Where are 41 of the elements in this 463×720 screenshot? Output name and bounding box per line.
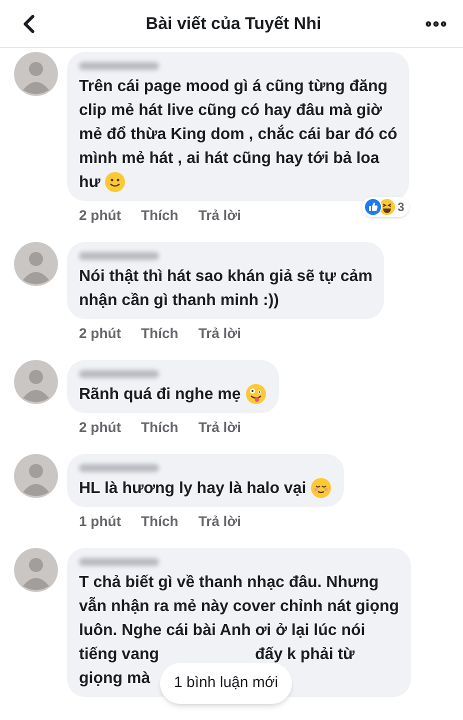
laughing-face-icon (378, 198, 396, 216)
tongue-face-icon (244, 383, 267, 405)
like-link[interactable]: Thích (141, 204, 178, 226)
avatar[interactable] (14, 242, 58, 286)
reaction-summary[interactable]: 3 (362, 197, 410, 217)
like-link[interactable]: Thích (141, 510, 178, 532)
comment-text: mẻ đổ thừa King dom , chắc cái bar đó có (79, 124, 398, 145)
reply-link[interactable]: Trả lời (198, 416, 241, 438)
avatar[interactable] (14, 454, 58, 498)
new-comments-button[interactable]: 1 bình luận mới (160, 663, 292, 704)
like-link[interactable]: Thích (141, 416, 178, 438)
comment-text: vẫn nhận ra mẻ này cover chỉnh nát giọng (79, 596, 400, 617)
comment-text: tiếng vang (79, 645, 160, 665)
page-title: Bài viết của Tuyết Nhi (146, 12, 322, 35)
comment-time: 2 phút (79, 418, 121, 437)
avatar[interactable] (14, 52, 58, 96)
smiling-face-icon (104, 171, 126, 193)
comment-text: hư (79, 173, 100, 193)
comment-text: HL là hương ly hay là halo vại (79, 479, 306, 499)
comment-text: Nói thật thì hát sao khán giả sẽ tự cảm (79, 267, 372, 287)
comment-time: 2 phút (79, 206, 121, 225)
comment-text: Rãnh quá đi nghe mẹ (79, 385, 241, 405)
comment-text: T chả biết gì về thanh nhạc đâu. Nhưng (79, 573, 379, 593)
reaction-count: 3 (398, 199, 404, 216)
comment-text: luôn. Nghe cái bài Anh ơi ở lại lúc nói (79, 621, 366, 641)
comment-time: 1 phút (79, 512, 121, 531)
like-link[interactable]: Thích (141, 322, 178, 344)
avatar[interactable] (14, 360, 58, 404)
reply-link[interactable]: Trả lời (198, 204, 241, 226)
avatar[interactable] (14, 548, 58, 592)
comment-text: đấy k phải từ (255, 645, 355, 665)
thumbs-up-icon (364, 198, 382, 216)
comment-text: clip mẻ hát live cũng có hay đâu mà giờ (79, 101, 382, 121)
comment-text: mình mẻ hát , ai hát cũng hay tới bả loa (79, 149, 380, 169)
comment-text: nhận cần gì thanh minh :)) (79, 291, 279, 311)
relieved-face-icon (310, 477, 332, 499)
reply-link[interactable]: Trả lời (198, 322, 241, 344)
comment-text: giọng mà (79, 669, 150, 689)
comment-text: Trên cái page mood gì á cũng từng đăng (79, 77, 388, 97)
reply-link[interactable]: Trả lời (198, 510, 241, 532)
comment-time: 2 phút (79, 324, 121, 343)
